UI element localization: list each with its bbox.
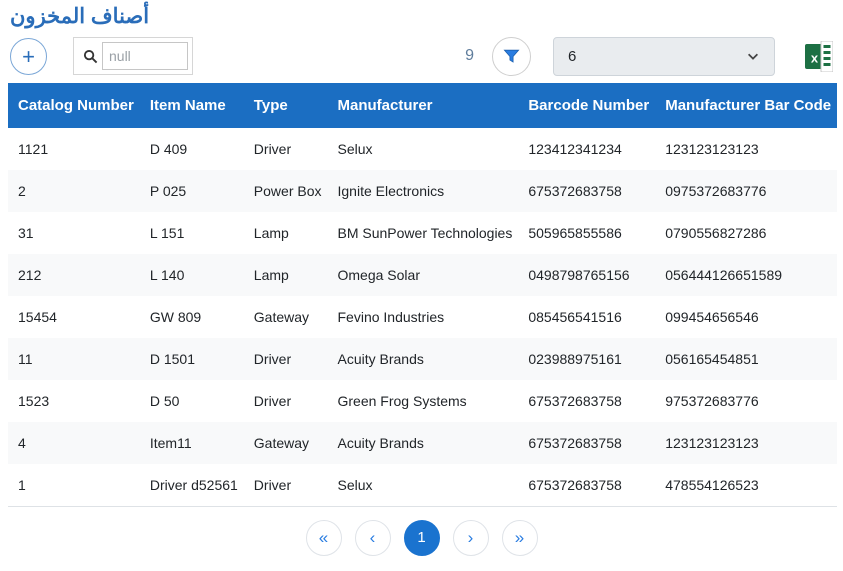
column-header[interactable]: Catalog Number (8, 83, 140, 128)
table-cell: Driver (244, 464, 328, 507)
table-cell: Driver (244, 128, 328, 170)
table-cell: 123412341234 (518, 128, 655, 170)
table-cell: 675372683758 (518, 380, 655, 422)
page-size-value: 6 (568, 48, 576, 65)
table-cell: 31 (8, 212, 140, 254)
filter-funnel-icon (502, 47, 521, 66)
page-title: أصناف المخزون (0, 0, 843, 31)
last-page-button[interactable]: » (502, 520, 538, 556)
table-cell: Gateway (244, 296, 328, 338)
table-row[interactable]: 11D 1501DriverAcuity Brands0239889751610… (8, 338, 837, 380)
table-cell: L 151 (140, 212, 244, 254)
table-header-row: Catalog NumberItem NameTypeManufacturerB… (8, 83, 837, 128)
table-cell: 15454 (8, 296, 140, 338)
table-cell: Item11 (140, 422, 244, 464)
table-cell: Selux (328, 464, 519, 507)
table-cell: Driver d52561 (140, 464, 244, 507)
table-cell: 123123123123 (655, 422, 837, 464)
page-size-dropdown[interactable]: 6 (553, 37, 775, 76)
table-row[interactable]: 1121D 409DriverSelux12341234123412312312… (8, 128, 837, 170)
table-row[interactable]: 1Driver d52561DriverSelux675372683758478… (8, 464, 837, 507)
table-cell: L 140 (140, 254, 244, 296)
table-cell: Fevino Industries (328, 296, 519, 338)
table-cell: D 409 (140, 128, 244, 170)
search-icon (78, 49, 102, 64)
toolbar: + 9 6 (0, 31, 843, 83)
table-cell: Driver (244, 338, 328, 380)
table-row[interactable]: 15454GW 809GatewayFevino Industries08545… (8, 296, 837, 338)
table-body: 1121D 409DriverSelux12341234123412312312… (8, 128, 837, 507)
table-cell: Green Frog Systems (328, 380, 519, 422)
table-cell: 1121 (8, 128, 140, 170)
table-row[interactable]: 31L 151LampBM SunPower Technologies50596… (8, 212, 837, 254)
add-item-button[interactable]: + (10, 38, 47, 75)
table-cell: BM SunPower Technologies (328, 212, 519, 254)
table-row[interactable]: 1523D 50DriverGreen Frog Systems67537268… (8, 380, 837, 422)
table-row[interactable]: 4Item11GatewayAcuity Brands6753726837581… (8, 422, 837, 464)
svg-text:x: x (811, 50, 819, 65)
table-cell: Lamp (244, 254, 328, 296)
column-header[interactable]: Manufacturer (328, 83, 519, 128)
table-cell: 1 (8, 464, 140, 507)
inventory-table: Catalog NumberItem NameTypeManufacturerB… (8, 83, 837, 507)
table-cell: Ignite Electronics (328, 170, 519, 212)
table-cell: 0975372683776 (655, 170, 837, 212)
table-cell: 085456541516 (518, 296, 655, 338)
table-cell: Acuity Brands (328, 338, 519, 380)
table-cell: P 025 (140, 170, 244, 212)
table-cell: Lamp (244, 212, 328, 254)
table-row[interactable]: 212L 140LampOmega Solar04987987651560564… (8, 254, 837, 296)
column-header[interactable]: Type (244, 83, 328, 128)
previous-page-button[interactable]: ‹ (355, 520, 391, 556)
table-cell: GW 809 (140, 296, 244, 338)
table-cell: 505965855586 (518, 212, 655, 254)
table-cell: D 1501 (140, 338, 244, 380)
table-cell: Omega Solar (328, 254, 519, 296)
table-cell: 023988975161 (518, 338, 655, 380)
table-cell: 2 (8, 170, 140, 212)
page-number-button[interactable]: 1 (404, 520, 440, 556)
table-cell: 675372683758 (518, 422, 655, 464)
excel-export-button[interactable]: x (805, 41, 833, 72)
column-header[interactable]: Barcode Number (518, 83, 655, 128)
chevron-down-icon (746, 49, 760, 63)
column-header[interactable]: Item Name (140, 83, 244, 128)
table-cell: Power Box (244, 170, 328, 212)
inventory-table-container: Catalog NumberItem NameTypeManufacturerB… (0, 83, 843, 507)
table-cell: 056444126651589 (655, 254, 837, 296)
table-cell: 056165454851 (655, 338, 837, 380)
table-cell: Acuity Brands (328, 422, 519, 464)
column-header[interactable]: Manufacturer Bar Code (655, 83, 837, 128)
first-page-button[interactable]: « (306, 520, 342, 556)
table-cell: 099454656546 (655, 296, 837, 338)
table-cell: 675372683758 (518, 170, 655, 212)
table-cell: 11 (8, 338, 140, 380)
next-page-button[interactable]: › (453, 520, 489, 556)
table-cell: 212 (8, 254, 140, 296)
table-cell: Gateway (244, 422, 328, 464)
pagination: « ‹ 1 › » (0, 520, 843, 556)
table-cell: 4 (8, 422, 140, 464)
table-cell: 675372683758 (518, 464, 655, 507)
table-cell: 123123123123 (655, 128, 837, 170)
table-cell: 478554126523 (655, 464, 837, 507)
result-count: 9 (465, 47, 474, 65)
table-cell: 0498798765156 (518, 254, 655, 296)
table-cell: 1523 (8, 380, 140, 422)
table-cell: Selux (328, 128, 519, 170)
table-row[interactable]: 2P 025Power BoxIgnite Electronics6753726… (8, 170, 837, 212)
search-box (73, 37, 193, 75)
search-input[interactable] (102, 42, 188, 70)
table-cell: D 50 (140, 380, 244, 422)
table-cell: 0790556827286 (655, 212, 837, 254)
excel-export-icon: x (805, 41, 833, 72)
table-cell: Driver (244, 380, 328, 422)
table-cell: 975372683776 (655, 380, 837, 422)
filter-button[interactable] (492, 37, 531, 76)
